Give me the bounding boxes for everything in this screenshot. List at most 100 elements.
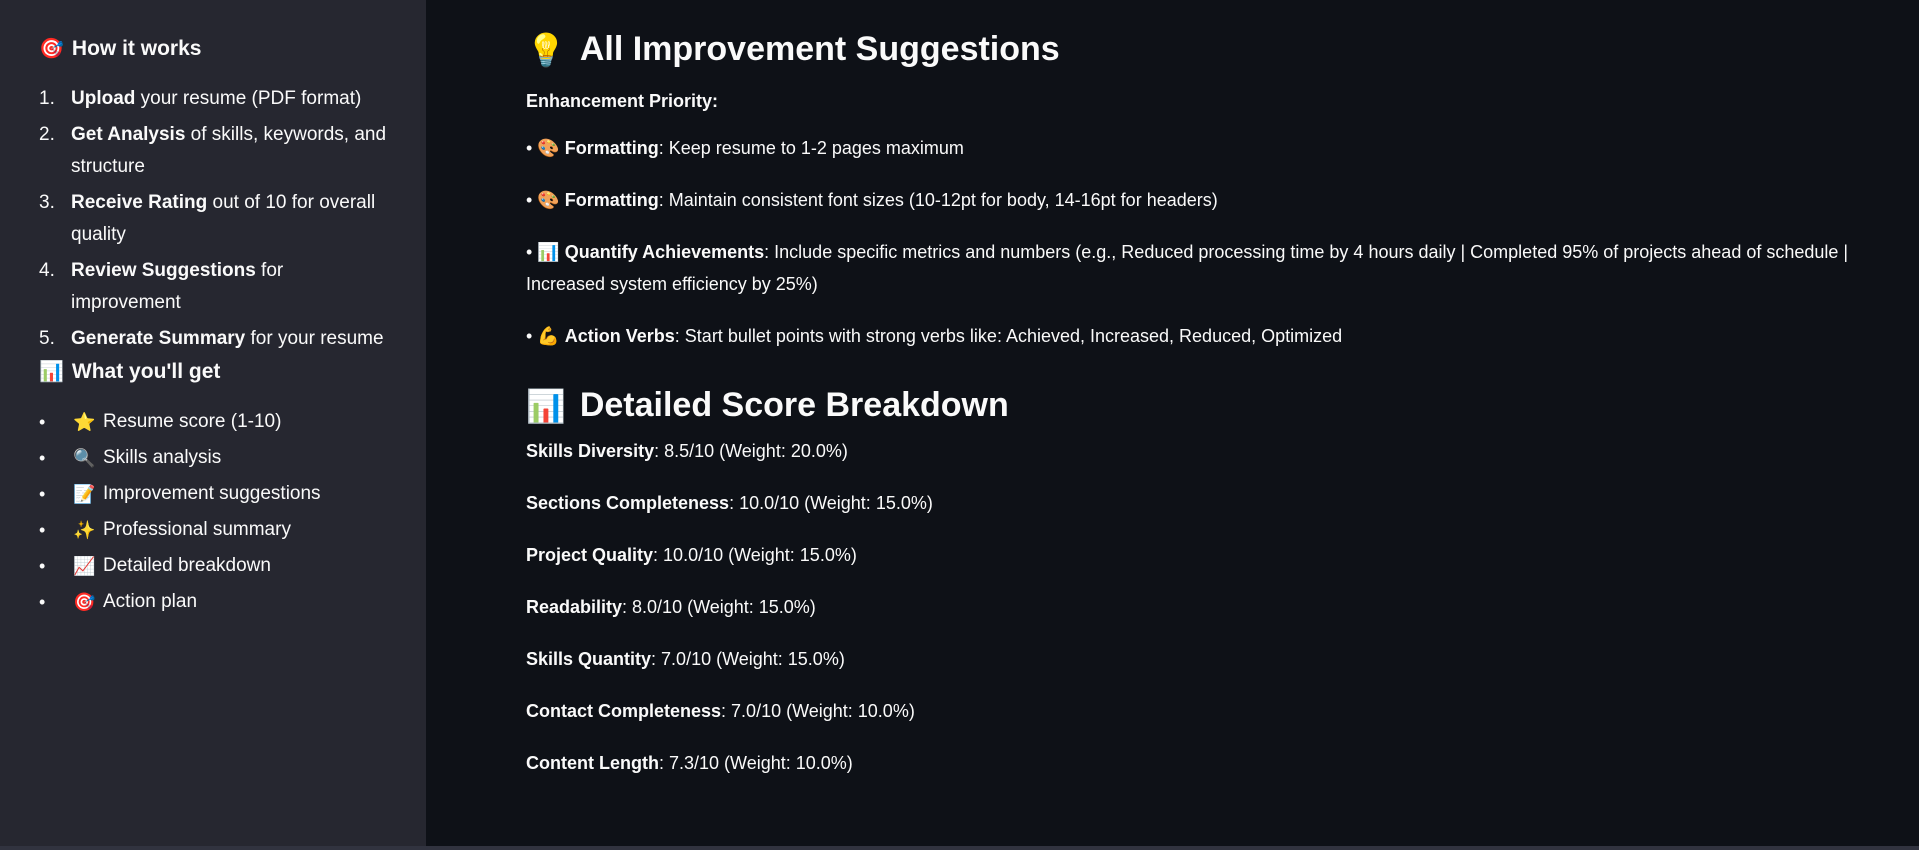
target-icon: 🎯: [73, 592, 96, 612]
list-item: 2. Get Analysis of skills, keywords, and…: [39, 119, 388, 183]
score-metric: Skills Quantity: [526, 649, 652, 669]
light-bulb-icon: 💡: [526, 31, 566, 68]
list-item: • 🎨 Formatting: Keep resume to 1-2 pages…: [526, 132, 1919, 164]
feature-label: Detailed breakdown: [103, 555, 271, 576]
bullet-dot: •: [39, 448, 46, 468]
suggestion-category: Formatting: [564, 138, 659, 158]
step-number: 4.: [39, 260, 55, 281]
list-item: • ✨ Professional summary: [39, 514, 388, 546]
step-text: Receive Rating out of 10 for overall qua…: [71, 187, 388, 251]
list-item: • 🔍 Skills analysis: [39, 442, 388, 474]
bullet-dot: •: [39, 484, 46, 504]
bullet-dot: •: [526, 190, 533, 210]
what-youll-get-title: What you'll get: [71, 359, 221, 383]
step-bold: Review Suggestions: [71, 260, 256, 281]
list-item: Sections Completeness: 10.0/10 (Weight: …: [526, 491, 1919, 515]
how-it-works-heading: 🎯 How it works: [39, 36, 388, 61]
suggestion-text: : Maintain consistent font sizes (10-12p…: [658, 190, 1218, 210]
how-it-works-title: How it works: [71, 36, 202, 60]
flexed-biceps-icon: 💪: [537, 326, 560, 346]
feature-label: Professional summary: [103, 519, 291, 540]
magnifier-icon: 🔍: [73, 448, 96, 468]
star-icon: ⭐: [73, 412, 96, 432]
bullet-dot: •: [39, 592, 46, 612]
chart-increasing-icon: 📈: [73, 556, 96, 576]
score-value: : 10.0/10 (Weight: 15.0%): [729, 493, 933, 513]
what-youll-get-heading: 📊 What you'll get: [39, 359, 388, 384]
score-metric: Sections Completeness: [526, 493, 730, 513]
list-item: • 🎨 Formatting: Maintain consistent font…: [526, 184, 1919, 216]
step-text: Generate Summary for your resume: [71, 323, 384, 355]
bullet-dot: •: [39, 520, 46, 540]
bar-chart-icon: 📊: [526, 387, 566, 424]
step-rest: for your resume: [245, 328, 384, 349]
step-rest: your resume (PDF format): [135, 88, 362, 109]
suggestion-category: Action Verbs: [564, 326, 675, 346]
list-item: 5. Generate Summary for your resume: [39, 323, 388, 355]
step-text: Upload your resume (PDF format): [71, 83, 361, 115]
bar-chart-icon: 📊: [39, 361, 64, 383]
list-item: • 📈 Detailed breakdown: [39, 550, 388, 582]
breakdown-title: Detailed Score Breakdown: [579, 386, 1009, 424]
score-value: : 7.0/10 (Weight: 15.0%): [651, 649, 845, 669]
target-icon: 🎯: [39, 38, 64, 60]
list-item: • 💪 Action Verbs: Start bullet points wi…: [526, 320, 1919, 352]
score-value: : 7.0/10 (Weight: 10.0%): [721, 701, 915, 721]
main-content: 💡 All Improvement Suggestions Enhancemen…: [426, 0, 1919, 850]
score-value: : 7.3/10 (Weight: 10.0%): [658, 753, 853, 773]
features-list: • ⭐ Resume score (1-10) • 🔍 Skills analy…: [39, 406, 388, 618]
step-bold: Receive Rating: [71, 192, 208, 213]
steps-list: 1. Upload your resume (PDF format) 2. Ge…: [39, 83, 388, 355]
step-bold: Generate Summary: [71, 328, 246, 349]
feature-label: Resume score (1-10): [103, 411, 282, 432]
list-item: 3. Receive Rating out of 10 for overall …: [39, 187, 388, 251]
suggestion-category: Quantify Achievements: [564, 242, 765, 262]
bullet-dot: •: [526, 138, 533, 158]
score-metric: Contact Completeness: [526, 701, 722, 721]
list-item: • 🎯 Action plan: [39, 586, 388, 618]
suggestion-text: : Keep resume to 1-2 pages maximum: [658, 138, 964, 158]
suggestions-list: • 🎨 Formatting: Keep resume to 1-2 pages…: [526, 132, 1919, 352]
bullet-dot: •: [39, 556, 46, 576]
palette-icon: 🎨: [537, 138, 560, 158]
memo-icon: 📝: [73, 484, 96, 504]
score-metric: Project Quality: [526, 545, 654, 565]
palette-icon: 🎨: [537, 190, 560, 210]
step-number: 5.: [39, 328, 55, 349]
breakdown-heading: 📊 Detailed Score Breakdown: [526, 386, 1919, 425]
app-root: 🎯 How it works 1. Upload your resume (PD…: [0, 0, 1919, 850]
step-bold: Get Analysis: [71, 124, 186, 145]
score-metric: Content Length: [526, 753, 659, 773]
step-number: 2.: [39, 124, 55, 145]
list-item: Skills Quantity: 7.0/10 (Weight: 15.0%): [526, 647, 1919, 671]
score-metric: Skills Diversity: [526, 441, 655, 461]
list-item: Content Length: 7.3/10 (Weight: 10.0%): [526, 751, 1919, 775]
step-text: Review Suggestions for improvement: [71, 255, 388, 319]
list-item: Contact Completeness: 7.0/10 (Weight: 10…: [526, 699, 1919, 723]
list-item: Project Quality: 10.0/10 (Weight: 15.0%): [526, 543, 1919, 567]
list-item: Skills Diversity: 8.5/10 (Weight: 20.0%): [526, 439, 1919, 463]
bullet-dot: •: [526, 242, 533, 262]
sidebar: 🎯 How it works 1. Upload your resume (PD…: [0, 0, 426, 850]
bullet-dot: •: [39, 412, 46, 432]
suggestions-heading: 💡 All Improvement Suggestions: [526, 30, 1919, 69]
score-list: Skills Diversity: 8.5/10 (Weight: 20.0%)…: [526, 439, 1919, 775]
score-value: : 10.0/10 (Weight: 15.0%): [653, 545, 857, 565]
score-value: : 8.0/10 (Weight: 15.0%): [622, 597, 816, 617]
bar-chart-icon: 📊: [537, 242, 560, 262]
score-metric: Readability: [526, 597, 623, 617]
score-value: : 8.5/10 (Weight: 20.0%): [654, 441, 848, 461]
feature-label: Skills analysis: [103, 447, 222, 468]
list-item: 4. Review Suggestions for improvement: [39, 255, 388, 319]
list-item: • 📊 Quantify Achievements: Include speci…: [526, 236, 1919, 300]
feature-label: Improvement suggestions: [103, 483, 321, 504]
list-item: 1. Upload your resume (PDF format): [39, 83, 388, 115]
suggestion-category: Formatting: [564, 190, 659, 210]
step-text: Get Analysis of skills, keywords, and st…: [71, 119, 388, 183]
list-item: • 📝 Improvement suggestions: [39, 478, 388, 510]
bullet-dot: •: [526, 326, 533, 346]
suggestion-text: : Start bullet points with strong verbs …: [674, 326, 1343, 346]
step-bold: Upload: [71, 88, 136, 109]
suggestions-title: All Improvement Suggestions: [579, 30, 1060, 68]
bottom-border: [0, 846, 1919, 850]
